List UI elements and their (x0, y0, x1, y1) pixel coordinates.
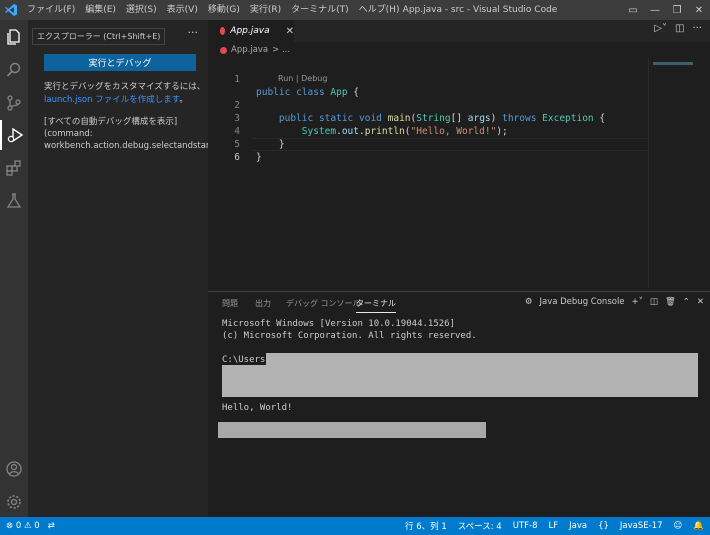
status-right: 行 6、列 1 スペース: 4 UTF-8 LF Java {} JavaSE-… (405, 517, 704, 535)
testing-icon[interactable] (0, 186, 28, 216)
problems-status[interactable]: ⊗ 0 ⚠ 0 (6, 521, 40, 531)
run-file-icon[interactable]: ▷˅ (654, 23, 667, 34)
maximize-panel-icon[interactable]: ⌃ (683, 297, 690, 307)
title-bar: ファイル(F) 編集(E) 選択(S) 表示(V) 移動(G) 実行(R) ター… (0, 0, 710, 20)
close-tab-icon[interactable]: ✕ (286, 26, 294, 37)
more-actions-icon[interactable]: ··· (188, 26, 199, 39)
code-line-4: 4 } (208, 112, 648, 150)
trash-icon[interactable]: 🗑 (665, 297, 676, 307)
explorer-icon[interactable] (0, 22, 28, 52)
redaction-block (266, 353, 698, 365)
panel-tabs: 問題 出力 デバッグ コンソール ターミナル ⚙ Java Debug Cons… (208, 292, 710, 314)
split-terminal-icon[interactable]: ◫ (650, 297, 658, 307)
codelens-run-debug[interactable]: Run | Debug (278, 74, 327, 83)
minimize-icon[interactable]: — (644, 5, 666, 16)
terminal-line: Hello, World! (222, 403, 293, 413)
editor-actions: ▷˅ ◫ ··· (654, 23, 702, 34)
tab-terminal[interactable]: ターミナル (356, 298, 396, 313)
launch-json-line: launch.json ファイルを作成します。 (44, 94, 188, 106)
terminal-select[interactable]: Java Debug Console (539, 297, 624, 307)
breadcrumb: App.java > ... (208, 42, 710, 58)
panel-actions: ⚙ Java Debug Console +˅ ◫ 🗑 ⌃ ✕ (525, 297, 704, 307)
window-title: App.java - src - Visual Studio Code (402, 5, 558, 15)
code-line-5: 5 } (208, 125, 648, 163)
editor-tabs: App.java ✕ ▷˅ ◫ ··· (208, 20, 710, 42)
new-terminal-icon[interactable]: +˅ (632, 297, 643, 307)
java-error-icon (220, 46, 227, 54)
terminal-line: Microsoft Windows [Version 10.0.19044.15… (222, 319, 455, 329)
debug-gear-icon: ⚙ (524, 297, 533, 307)
period-text: 。 (179, 95, 188, 105)
run-debug-sidebar: エクスプローラー (Ctrl+Shift+E) ··· 実行とデバッグ 実行とデ… (28, 20, 225, 517)
tab-problems[interactable]: 問題 (222, 298, 238, 309)
accounts-icon[interactable] (0, 454, 28, 484)
menu-run[interactable]: 実行(R) (245, 0, 286, 20)
terminal-line: (c) Microsoft Corporation. All rights re… (222, 331, 477, 341)
create-file-link[interactable]: ファイルを作成します (95, 95, 179, 105)
redaction-block (218, 422, 486, 438)
run-debug-icon[interactable] (0, 120, 28, 150)
show-all-configs-link[interactable]: [すべての自動デバッグ構成を表示] (44, 116, 177, 128)
editor-more-icon[interactable]: ··· (692, 23, 702, 34)
extensions-icon[interactable] (0, 153, 28, 183)
menu-view[interactable]: 表示(V) (162, 0, 203, 20)
indentation[interactable]: スペース: 4 (458, 520, 502, 532)
search-icon[interactable] (0, 55, 28, 85)
minimap[interactable] (648, 58, 710, 288)
code-line-2: 2 public static void main(String[] args)… (208, 86, 648, 124)
line-number: 1 (234, 74, 240, 85)
error-dot-icon (220, 27, 226, 35)
activity-bar (0, 20, 28, 517)
tab-app-java[interactable]: App.java ✕ (208, 20, 294, 42)
language-mode[interactable]: Java (569, 521, 587, 531)
minimap-slider (653, 62, 693, 65)
command-name-text: workbench.action.debug.selectandstart)。 (44, 141, 225, 151)
split-editor-icon[interactable]: ◫ (675, 23, 684, 34)
error-count: 0 (15, 521, 22, 531)
cursor-position[interactable]: 行 6、列 1 (405, 520, 447, 532)
run-and-debug-button[interactable]: 実行とデバッグ (44, 54, 196, 71)
command-text: (command: (44, 129, 93, 139)
status-bar: ⊗ 0 ⚠ 0 ⇄ 行 6、列 1 スペース: 4 UTF-8 LF Java … (0, 517, 710, 535)
window-controls: ▭ — ❐ ✕ (622, 0, 710, 20)
end-of-line[interactable]: LF (549, 521, 559, 531)
breadcrumb-file[interactable]: App.java (231, 45, 268, 55)
layout-icon[interactable]: ▭ (622, 5, 644, 16)
bottom-panel: 問題 出力 デバッグ コンソール ターミナル ⚙ Java Debug Cons… (208, 291, 710, 517)
code-line-6: 6 (208, 138, 648, 163)
jdk-version[interactable]: JavaSE-17 (620, 521, 663, 531)
breadcrumb-rest[interactable]: > ... (272, 45, 290, 55)
settings-gear-icon[interactable] (0, 487, 28, 517)
explorer-tooltip: エクスプローラー (Ctrl+Shift+E) (32, 28, 166, 45)
notifications-bell-icon[interactable]: 🔔 (693, 521, 704, 531)
vscode-logo-icon (0, 0, 22, 20)
launch-json-link[interactable]: launch.json (44, 95, 93, 105)
menu-file[interactable]: ファイル(F) (22, 0, 80, 20)
redaction-block (222, 365, 698, 397)
tab-output[interactable]: 出力 (255, 298, 271, 309)
warning-count: 0 (34, 521, 40, 531)
code-text: } (256, 152, 262, 163)
close-panel-icon[interactable]: ✕ (697, 297, 704, 307)
tab-debug-console[interactable]: デバッグ コンソール (286, 298, 361, 309)
source-control-icon[interactable] (0, 88, 28, 118)
menu-terminal[interactable]: ターミナル(T) (286, 0, 354, 20)
line-number: 6 (234, 152, 240, 163)
menu-selection[interactable]: 選択(S) (121, 0, 162, 20)
restore-icon[interactable]: ❐ (666, 5, 688, 16)
java-status-icon[interactable]: {} (598, 521, 609, 531)
feedback-icon[interactable]: ☺ (674, 521, 683, 531)
customize-text: 実行とデバッグをカスタマイズするには、 (44, 82, 206, 92)
code-line-1: 1 public class App { (208, 60, 648, 98)
live-share-icon[interactable]: ⇄ (48, 521, 55, 531)
encoding[interactable]: UTF-8 (513, 521, 538, 531)
tab-label: App.java (230, 26, 270, 36)
menu-bar: ファイル(F) 編集(E) 選択(S) 表示(V) 移動(G) 実行(R) ター… (22, 0, 404, 20)
close-window-icon[interactable]: ✕ (688, 5, 710, 16)
menu-edit[interactable]: 編集(E) (80, 0, 121, 20)
menu-go[interactable]: 移動(G) (203, 0, 245, 20)
code-line-3: 3 System.out.println("Hello, World!"); (208, 99, 648, 137)
code-editor[interactable]: 1 public class App { Run | Debug 2 publi… (208, 58, 710, 288)
status-left: ⊗ 0 ⚠ 0 ⇄ (6, 517, 55, 535)
